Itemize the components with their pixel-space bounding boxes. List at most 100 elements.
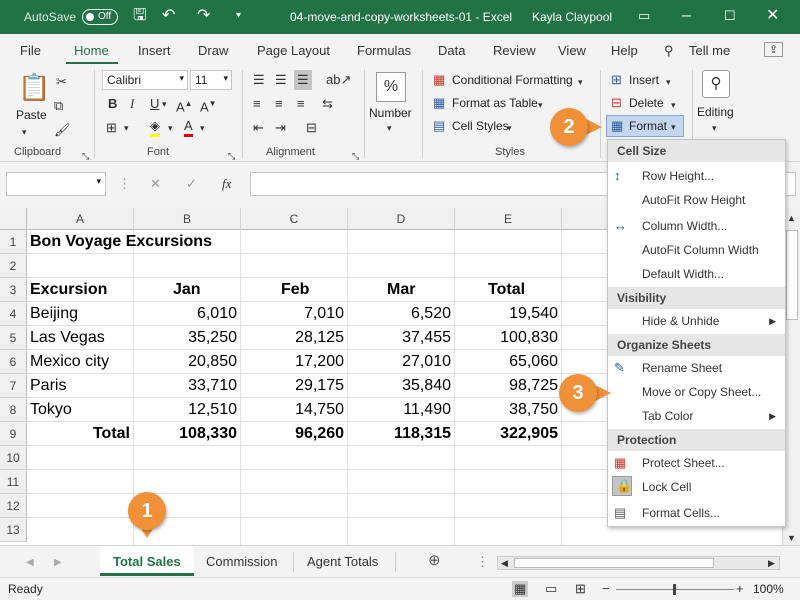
align-center-icon[interactable]: ≡ [275, 96, 283, 112]
horizontal-scroll-thumb[interactable] [514, 558, 714, 568]
total-label-cell[interactable]: Total [27, 422, 134, 446]
column-header[interactable]: C [241, 208, 348, 230]
conditional-formatting-dropdown-icon[interactable]: ▾ [578, 74, 583, 90]
insert-button[interactable]: Insert [629, 73, 659, 87]
prev-sheet-icon[interactable]: ◀ [26, 555, 34, 571]
column-header[interactable]: A [27, 208, 134, 230]
row-header[interactable]: 3 [0, 278, 27, 302]
row-header[interactable]: 11 [0, 470, 27, 494]
copy-icon[interactable]: ⧉ [54, 98, 63, 114]
menu-item-tab-color[interactable]: Tab Color [642, 409, 693, 423]
editing-button[interactable]: Editing [697, 105, 734, 119]
data-cell[interactable]: 98,725 [455, 374, 562, 398]
data-cell[interactable]: Mexico city [27, 350, 134, 374]
middle-align-icon[interactable]: ☰ [275, 72, 287, 88]
insert-function-icon[interactable]: fx [222, 176, 231, 192]
orientation-icon[interactable]: ab↗ [326, 72, 351, 88]
format-button[interactable]: ▦ Format ▾ [606, 115, 684, 137]
column-header[interactable]: E [455, 208, 562, 230]
increase-font-icon[interactable]: A▲ [176, 96, 193, 115]
header-cell[interactable]: Mar [384, 278, 454, 302]
borders-dropdown-icon[interactable]: ▾ [124, 120, 129, 136]
header-cell[interactable]: Total [485, 278, 555, 302]
save-icon[interactable]: 🖫 [133, 6, 147, 26]
merge-center-icon[interactable]: ⊟ [306, 120, 317, 136]
menu-item-rename-sheet[interactable]: Rename Sheet [642, 361, 722, 375]
user-name[interactable]: Kayla Claypool [532, 10, 612, 24]
next-sheet-icon[interactable]: ▶ [54, 555, 62, 571]
row-header[interactable]: 1 [0, 230, 27, 254]
decrease-font-icon[interactable]: A▼ [200, 96, 217, 115]
row-header[interactable]: 10 [0, 446, 27, 470]
delete-button[interactable]: Delete [629, 96, 664, 110]
data-cell[interactable]: 28,125 [241, 326, 348, 350]
data-cell[interactable]: 38,750 [455, 398, 562, 422]
menu-item-default-width[interactable]: Default Width... [642, 267, 724, 281]
row-header[interactable]: 4 [0, 302, 27, 326]
editing-dropdown-icon[interactable]: ▾ [712, 120, 717, 136]
font-color-icon[interactable]: A [184, 118, 193, 137]
tab-view[interactable]: View [558, 43, 586, 58]
page-layout-view-icon[interactable]: ▭ [545, 581, 557, 597]
decrease-indent-icon[interactable]: ⇤ [253, 120, 264, 136]
italic-icon[interactable]: I [130, 96, 134, 112]
paste-dropdown-icon[interactable]: ▾ [22, 124, 27, 140]
tell-me-box[interactable]: Tell me [689, 43, 730, 58]
row-header[interactable]: 12 [0, 494, 27, 518]
name-box[interactable]: ▾ [6, 172, 106, 196]
borders-icon[interactable]: ⊞ [106, 120, 117, 136]
tab-home[interactable]: Home [74, 43, 109, 58]
customize-qat-icon[interactable]: ▾ [236, 6, 241, 26]
total-cell[interactable]: 322,905 [455, 422, 562, 446]
data-cell[interactable]: 35,840 [348, 374, 455, 398]
undo-icon[interactable]: ↶ [162, 6, 175, 26]
data-cell[interactable]: 100,830 [455, 326, 562, 350]
menu-item-autofit-row-height[interactable]: AutoFit Row Height [642, 193, 745, 207]
redo-icon[interactable]: ↷ [197, 6, 210, 26]
wrap-text-icon[interactable]: ⇆ [322, 96, 333, 112]
menu-item-row-height[interactable]: Row Height... [642, 169, 714, 183]
sheet-tab-commission[interactable]: Commission [206, 554, 278, 569]
header-cell[interactable]: Excursion [27, 278, 134, 302]
format-painter-icon[interactable]: 🖌 [54, 122, 71, 138]
fill-color-icon[interactable]: ◈ [150, 118, 160, 137]
data-cell[interactable]: Tokyo [27, 398, 134, 422]
share-icon[interactable]: ⇪ [764, 42, 784, 57]
tab-split-icon[interactable]: ⋮ [476, 554, 489, 570]
insert-dropdown-icon[interactable]: ▾ [666, 74, 671, 90]
align-right-icon[interactable]: ≡ [297, 96, 305, 112]
data-cell[interactable]: Las Vegas [27, 326, 134, 350]
tab-file[interactable]: File [20, 43, 41, 58]
menu-item-autofit-column-width[interactable]: AutoFit Column Width [642, 243, 759, 257]
menu-item-format-cells[interactable]: Format Cells... [642, 506, 720, 520]
data-cell[interactable]: Beijing [27, 302, 134, 326]
scroll-thumb[interactable] [786, 230, 798, 320]
data-cell[interactable]: 12,510 [134, 398, 241, 422]
increase-indent-icon[interactable]: ⇥ [275, 120, 286, 136]
data-cell[interactable]: 6,010 [134, 302, 241, 326]
paste-icon[interactable]: 📋 [18, 72, 50, 102]
total-cell[interactable]: 96,260 [241, 422, 348, 446]
data-cell[interactable]: 65,060 [455, 350, 562, 374]
menu-item-hide-unhide[interactable]: Hide & Unhide [642, 314, 719, 328]
cut-icon[interactable]: ✂ [56, 74, 67, 90]
number-dropdown-icon[interactable]: ▾ [387, 120, 392, 136]
zoom-slider-thumb[interactable] [673, 584, 676, 595]
search-icon[interactable]: ⚲ [664, 43, 674, 59]
bottom-align-icon[interactable]: ☰ [294, 70, 312, 90]
data-cell[interactable]: 14,750 [241, 398, 348, 422]
zoom-out-icon[interactable]: − [602, 581, 610, 597]
normal-view-icon[interactable]: ▦ [512, 581, 529, 597]
tab-formulas[interactable]: Formulas [357, 43, 411, 58]
row-header[interactable]: 7 [0, 374, 27, 398]
data-cell[interactable]: 17,200 [241, 350, 348, 374]
tab-help[interactable]: Help [611, 43, 638, 58]
sheet-title-cell[interactable]: Bon Voyage Excursions [27, 230, 212, 254]
delete-cells-icon[interactable]: ⊟ [611, 95, 622, 111]
total-cell[interactable]: 108,330 [134, 422, 241, 446]
conditional-formatting-icon[interactable]: ▦ [433, 72, 445, 88]
data-cell[interactable]: 27,010 [348, 350, 455, 374]
add-sheet-icon[interactable]: ⊕ [428, 553, 441, 569]
align-left-icon[interactable]: ≡ [253, 96, 261, 112]
page-break-view-icon[interactable]: ⊞ [575, 581, 586, 597]
